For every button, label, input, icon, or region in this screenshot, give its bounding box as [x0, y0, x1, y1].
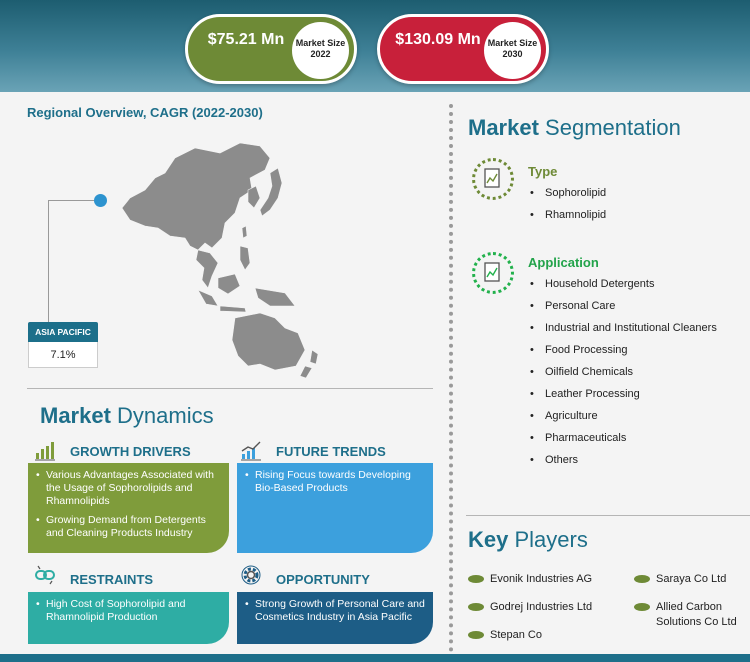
- key-players-title-rest: Players: [514, 527, 588, 552]
- market-segmentation-title-rest: Segmentation: [545, 115, 681, 140]
- market-size-2030-pill: $130.09 Mn Market Size 2030: [377, 14, 549, 84]
- key-player-item: Evonik Industries AG: [490, 573, 593, 585]
- application-item: Oilfield Chemicals: [530, 365, 717, 387]
- application-item: Others: [530, 453, 717, 475]
- map-borneo: [217, 273, 241, 295]
- application-document-icon: [472, 252, 514, 294]
- application-item: Household Detergents: [530, 277, 717, 299]
- column-divider: [449, 104, 453, 652]
- market-segmentation-title: Market Segmentation: [468, 115, 681, 141]
- application-item: Agriculture: [530, 409, 717, 431]
- type-heading: Type: [528, 164, 558, 179]
- market-size-2022-label: Market Size 2022: [292, 22, 349, 79]
- map-australia: [231, 312, 306, 371]
- type-document-icon: [472, 158, 514, 200]
- future-trend-item: Rising Focus towards Developing Bio-Base…: [245, 469, 425, 495]
- future-trends-card: Rising Focus towards Developing Bio-Base…: [237, 463, 433, 553]
- map-java: [219, 305, 247, 313]
- type-item: Rhamnolipid: [530, 208, 606, 230]
- map-japan: [259, 167, 283, 217]
- map-new-zealand: [309, 349, 319, 365]
- gear-icon: [241, 565, 261, 585]
- restraints-card: High Cost of Sophorolipid and Rhamnolipi…: [28, 592, 229, 644]
- growth-driver-item: Growing Demand from Detergents and Clean…: [36, 514, 221, 540]
- regional-overview-title: Regional Overview, CAGR (2022-2030): [27, 105, 263, 120]
- region-name-badge: ASIA PACIFIC: [28, 322, 98, 342]
- future-trends-heading: FUTURE TRENDS: [276, 444, 386, 459]
- map-korea: [247, 185, 261, 209]
- map-peninsula: [195, 249, 219, 289]
- application-heading: Application: [528, 255, 599, 270]
- chain-link-icon: [35, 565, 55, 585]
- key-player-item: Allied Carbon Solutions Co Ltd: [656, 601, 737, 628]
- key-player-bullet: [468, 575, 484, 583]
- application-item: Industrial and Institutional Cleaners: [530, 321, 717, 343]
- key-player-bullet: [468, 603, 484, 611]
- market-size-2022-pill: $75.21 Mn Market Size 2022: [185, 14, 357, 84]
- market-size-2030-value: $130.09 Mn: [395, 31, 481, 48]
- region-cagr-value: 7.1%: [28, 342, 98, 368]
- application-item: Leather Processing: [530, 387, 717, 409]
- market-size-2022-label-line2: 2022: [310, 49, 331, 59]
- market-size-2030-label-line2: 2030: [502, 49, 523, 59]
- map-taiwan: [241, 225, 248, 239]
- section-divider-right: [466, 515, 750, 516]
- trend-chart-icon: [241, 441, 261, 461]
- region-pointer-line: [48, 200, 100, 322]
- market-dynamics-title: Market Dynamics: [40, 403, 214, 429]
- application-item: Food Processing: [530, 343, 717, 365]
- application-item: Personal Care: [530, 299, 717, 321]
- map-philippines: [239, 245, 251, 271]
- opportunity-item: Strong Growth of Personal Care and Cosme…: [245, 598, 425, 624]
- key-player-item: Godrej Industries Ltd: [490, 601, 593, 613]
- market-dynamics-title-bold: Market: [40, 403, 111, 428]
- restraint-item: High Cost of Sophorolipid and Rhamnolipi…: [36, 598, 221, 624]
- type-item: Sophorolipid: [530, 186, 606, 208]
- map-new-zealand-south: [299, 365, 313, 378]
- footer-bar: [0, 654, 750, 662]
- key-player-bullet: [634, 603, 650, 611]
- key-player-bullet: [634, 575, 650, 583]
- asia-pacific-map: [121, 142, 319, 378]
- market-size-2022-label-line1: Market Size: [295, 38, 346, 48]
- map-sumatra: [197, 289, 219, 307]
- growth-drivers-heading: GROWTH DRIVERS: [70, 444, 191, 459]
- key-players-title-bold: Key: [468, 527, 509, 552]
- market-size-2030-label: Market Size 2030: [484, 22, 541, 79]
- application-item: Pharmaceuticals: [530, 431, 717, 453]
- opportunity-heading: OPPORTUNITY: [276, 572, 370, 587]
- key-player-item: Stepan Co: [490, 629, 542, 641]
- bar-chart-icon: [35, 442, 55, 461]
- market-segmentation-title-bold: Market: [468, 115, 539, 140]
- header-banner: $75.21 Mn Market Size 2022 $130.09 Mn Ma…: [0, 0, 750, 92]
- growth-drivers-card: Various Advantages Associated with the U…: [28, 463, 229, 553]
- application-list: Household Detergents Personal Care Indus…: [530, 277, 717, 475]
- map-papua: [254, 287, 296, 307]
- market-size-2030-label-line1: Market Size: [487, 38, 538, 48]
- growth-driver-item: Various Advantages Associated with the U…: [36, 469, 221, 508]
- region-pointer-dot: [94, 194, 107, 207]
- restraints-heading: RESTRAINTS: [70, 572, 154, 587]
- key-players-title: Key Players: [468, 527, 588, 553]
- market-dynamics-title-rest: Dynamics: [117, 403, 214, 428]
- type-list: Sophorolipid Rhamnolipid: [530, 186, 606, 230]
- key-player-item: Saraya Co Ltd: [656, 573, 727, 585]
- opportunity-card: Strong Growth of Personal Care and Cosme…: [237, 592, 433, 644]
- key-player-bullet: [468, 631, 484, 639]
- section-divider: [27, 388, 433, 389]
- market-size-2022-value: $75.21 Mn: [207, 31, 285, 48]
